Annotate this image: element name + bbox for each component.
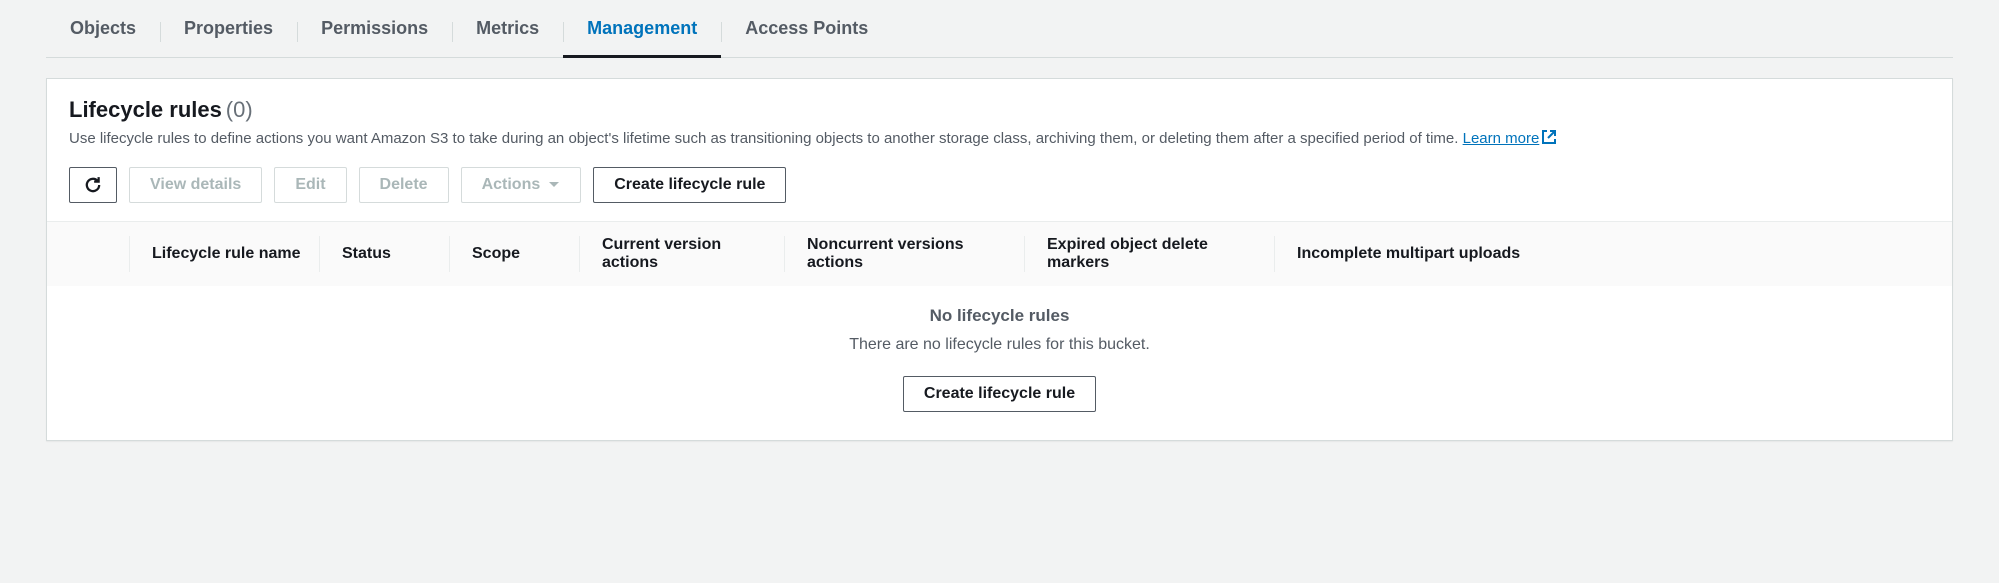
delete-button[interactable]: Delete	[359, 167, 449, 203]
refresh-icon	[84, 176, 102, 194]
table-header-row: Lifecycle rule name Status Scope Current…	[47, 222, 1952, 286]
tab-management[interactable]: Management	[563, 18, 721, 57]
tab-label: Permissions	[321, 18, 428, 38]
lifecycle-rules-table: Lifecycle rule name Status Scope Current…	[47, 221, 1952, 440]
view-details-button[interactable]: View details	[129, 167, 262, 203]
column-header-incomplete-multipart-uploads: Incomplete multipart uploads	[1274, 236, 1930, 272]
empty-title: No lifecycle rules	[47, 306, 1952, 326]
column-header-scope: Scope	[449, 236, 579, 272]
tab-bar: Objects Properties Permissions Metrics M…	[46, 0, 1953, 58]
actions-dropdown[interactable]: Actions	[461, 167, 582, 203]
edit-button[interactable]: Edit	[274, 167, 346, 203]
panel-title: Lifecycle rules	[69, 97, 222, 122]
tab-properties[interactable]: Properties	[160, 18, 297, 57]
actions-label: Actions	[482, 176, 541, 194]
tab-label: Properties	[184, 18, 273, 38]
column-header-expired-delete-markers: Expired object delete markers	[1024, 236, 1274, 272]
tab-objects[interactable]: Objects	[46, 18, 160, 57]
learn-more-label: Learn more	[1463, 130, 1540, 147]
column-header-noncurrent-versions-actions: Noncurrent versions actions	[784, 236, 1024, 272]
tab-metrics[interactable]: Metrics	[452, 18, 563, 57]
tab-label: Management	[587, 18, 697, 38]
tab-permissions[interactable]: Permissions	[297, 18, 452, 57]
empty-subtitle: There are no lifecycle rules for this bu…	[47, 336, 1952, 354]
lifecycle-rules-panel: Lifecycle rules (0) Use lifecycle rules …	[46, 78, 1953, 441]
refresh-button[interactable]	[69, 167, 117, 203]
panel-description: Use lifecycle rules to define actions yo…	[69, 129, 1930, 149]
column-header-current-version-actions: Current version actions	[579, 236, 784, 272]
tab-label: Objects	[70, 18, 136, 38]
tab-access-points[interactable]: Access Points	[721, 18, 892, 57]
tab-label: Metrics	[476, 18, 539, 38]
empty-state: No lifecycle rules There are no lifecycl…	[47, 286, 1952, 440]
learn-more-link[interactable]: Learn more	[1463, 130, 1558, 147]
toolbar: View details Edit Delete Actions Create …	[47, 163, 1952, 221]
column-header-name: Lifecycle rule name	[129, 236, 319, 272]
external-link-icon	[1541, 129, 1557, 149]
chevron-down-icon	[548, 181, 560, 189]
column-select	[69, 236, 129, 272]
empty-create-lifecycle-rule-button[interactable]: Create lifecycle rule	[903, 376, 1096, 412]
tab-label: Access Points	[745, 18, 868, 38]
create-lifecycle-rule-button[interactable]: Create lifecycle rule	[593, 167, 786, 203]
panel-count: (0)	[226, 97, 253, 122]
column-header-status: Status	[319, 236, 449, 272]
panel-description-text: Use lifecycle rules to define actions yo…	[69, 130, 1458, 147]
